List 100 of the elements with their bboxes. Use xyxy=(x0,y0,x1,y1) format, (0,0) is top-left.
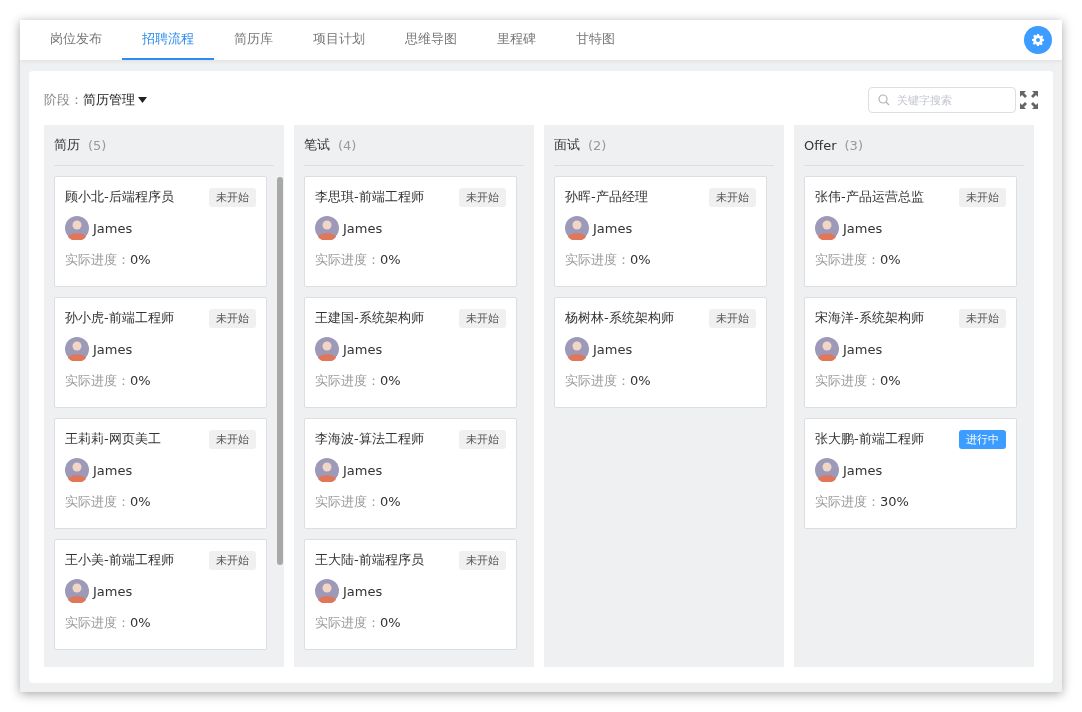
stage-label: 阶段： xyxy=(44,91,83,109)
column-title: Offer xyxy=(804,137,837,153)
owner-name: James xyxy=(343,462,383,478)
candidate-card[interactable]: 李思琪-前端工程师 未开始 James 实际进度：0% xyxy=(304,176,517,287)
owner-name: James xyxy=(343,220,383,236)
column-title: 简历 xyxy=(54,136,80,154)
progress-label: 实际进度： xyxy=(315,252,380,267)
progress-label: 实际进度： xyxy=(65,373,130,388)
candidate-card[interactable]: 张大鹏-前端工程师 进行中 James 实际进度：30% xyxy=(804,418,1017,529)
candidate-card[interactable]: 王莉莉-网页美工 未开始 James 实际进度：0% xyxy=(54,418,267,529)
progress-label: 实际进度： xyxy=(815,494,880,509)
status-tag: 未开始 xyxy=(209,187,256,207)
candidate-card[interactable]: 孙晖-产品经理 未开始 James 实际进度：0% xyxy=(554,176,767,287)
candidate-card[interactable]: 孙小虎-前端工程师 未开始 James 实际进度：0% xyxy=(54,297,267,408)
owner-name: James xyxy=(93,462,133,478)
stage-dropdown[interactable]: 简历管理 xyxy=(83,91,147,109)
tab[interactable]: 里程碑 xyxy=(477,20,556,60)
avatar-icon xyxy=(65,458,89,482)
tab[interactable]: 项目计划 xyxy=(293,20,385,60)
status-tag: 未开始 xyxy=(209,308,256,328)
settings-button[interactable] xyxy=(1024,26,1052,54)
card-title: 张大鹏-前端工程师 xyxy=(815,430,924,448)
progress-label: 实际进度： xyxy=(815,373,880,388)
tab[interactable]: 思维导图 xyxy=(385,20,477,60)
owner-name: James xyxy=(843,341,883,357)
card-title: 王大陆-前端程序员 xyxy=(315,551,424,569)
progress-label: 实际进度： xyxy=(65,615,130,630)
fullscreen-icon[interactable] xyxy=(1020,91,1038,109)
owner-name: James xyxy=(343,583,383,599)
avatar-icon xyxy=(65,579,89,603)
column-title: 笔试 xyxy=(304,136,330,154)
owner-name: James xyxy=(593,220,633,236)
candidate-card[interactable]: 王小美-前端工程师 未开始 James 实际进度：0% xyxy=(54,539,267,650)
status-tag: 未开始 xyxy=(459,550,506,570)
progress-value: 0% xyxy=(130,252,151,267)
owner-name: James xyxy=(93,583,133,599)
tab[interactable]: 简历库 xyxy=(214,20,293,60)
column-count: (4) xyxy=(338,137,357,153)
card-title: 张伟-产品运营总监 xyxy=(815,188,924,206)
candidate-card[interactable]: 李海波-算法工程师 未开始 James 实际进度：0% xyxy=(304,418,517,529)
avatar-icon xyxy=(65,337,89,361)
progress-value: 30% xyxy=(880,494,909,509)
owner-name: James xyxy=(843,462,883,478)
card-title: 王莉莉-网页美工 xyxy=(65,430,161,448)
progress-value: 0% xyxy=(380,494,401,509)
status-tag: 未开始 xyxy=(209,429,256,449)
status-tag: 未开始 xyxy=(459,187,506,207)
tab[interactable]: 岗位发布 xyxy=(30,20,122,60)
card-title: 李思琪-前端工程师 xyxy=(315,188,424,206)
avatar-icon xyxy=(315,216,339,240)
avatar-icon xyxy=(65,216,89,240)
owner-name: James xyxy=(343,341,383,357)
tab[interactable]: 甘特图 xyxy=(556,20,635,60)
avatar-icon xyxy=(315,458,339,482)
status-tag: 未开始 xyxy=(959,308,1006,328)
avatar-icon xyxy=(815,216,839,240)
progress-label: 实际进度： xyxy=(315,494,380,509)
avatar-icon xyxy=(315,337,339,361)
candidate-card[interactable]: 宋海洋-系统架构师 未开始 James 实际进度：0% xyxy=(804,297,1017,408)
candidate-card[interactable]: 王大陆-前端程序员 未开始 James 实际进度：0% xyxy=(304,539,517,650)
progress-value: 0% xyxy=(880,373,901,388)
card-title: 宋海洋-系统架构师 xyxy=(815,309,924,327)
settings-icon xyxy=(1032,34,1044,46)
candidate-card[interactable]: 张伟-产品运营总监 未开始 James 实际进度：0% xyxy=(804,176,1017,287)
status-tag: 未开始 xyxy=(209,550,256,570)
candidate-card[interactable]: 王建国-系统架构师 未开始 James 实际进度：0% xyxy=(304,297,517,408)
scrollbar[interactable] xyxy=(277,177,283,565)
owner-name: James xyxy=(843,220,883,236)
avatar-icon xyxy=(315,579,339,603)
progress-label: 实际进度： xyxy=(565,373,630,388)
card-title: 孙小虎-前端工程师 xyxy=(65,309,174,327)
status-tag: 未开始 xyxy=(459,429,506,449)
search-icon xyxy=(878,94,890,106)
card-title: 杨树林-系统架构师 xyxy=(565,309,674,327)
avatar-icon xyxy=(565,337,589,361)
column-count: (2) xyxy=(588,137,607,153)
progress-value: 0% xyxy=(880,252,901,267)
progress-label: 实际进度： xyxy=(65,252,130,267)
progress-value: 0% xyxy=(130,373,151,388)
progress-label: 实际进度： xyxy=(315,373,380,388)
progress-value: 0% xyxy=(130,615,151,630)
avatar-icon xyxy=(565,216,589,240)
avatar-icon xyxy=(815,337,839,361)
progress-value: 0% xyxy=(630,252,651,267)
column-title: 面试 xyxy=(554,136,580,154)
card-title: 顾小北-后端程序员 xyxy=(65,188,174,206)
column-count: (5) xyxy=(88,137,107,153)
candidate-card[interactable]: 杨树林-系统架构师 未开始 James 实际进度：0% xyxy=(554,297,767,408)
owner-name: James xyxy=(93,220,133,236)
progress-label: 实际进度： xyxy=(315,615,380,630)
progress-label: 实际进度： xyxy=(65,494,130,509)
progress-value: 0% xyxy=(380,252,401,267)
status-tag: 未开始 xyxy=(709,308,756,328)
owner-name: James xyxy=(93,341,133,357)
status-tag: 进行中 xyxy=(959,429,1006,449)
status-tag: 未开始 xyxy=(959,187,1006,207)
candidate-card[interactable]: 顾小北-后端程序员 未开始 James 实际进度：0% xyxy=(54,176,267,287)
card-title: 王建国-系统架构师 xyxy=(315,309,424,327)
progress-value: 0% xyxy=(380,615,401,630)
tab[interactable]: 招聘流程 xyxy=(122,20,214,60)
